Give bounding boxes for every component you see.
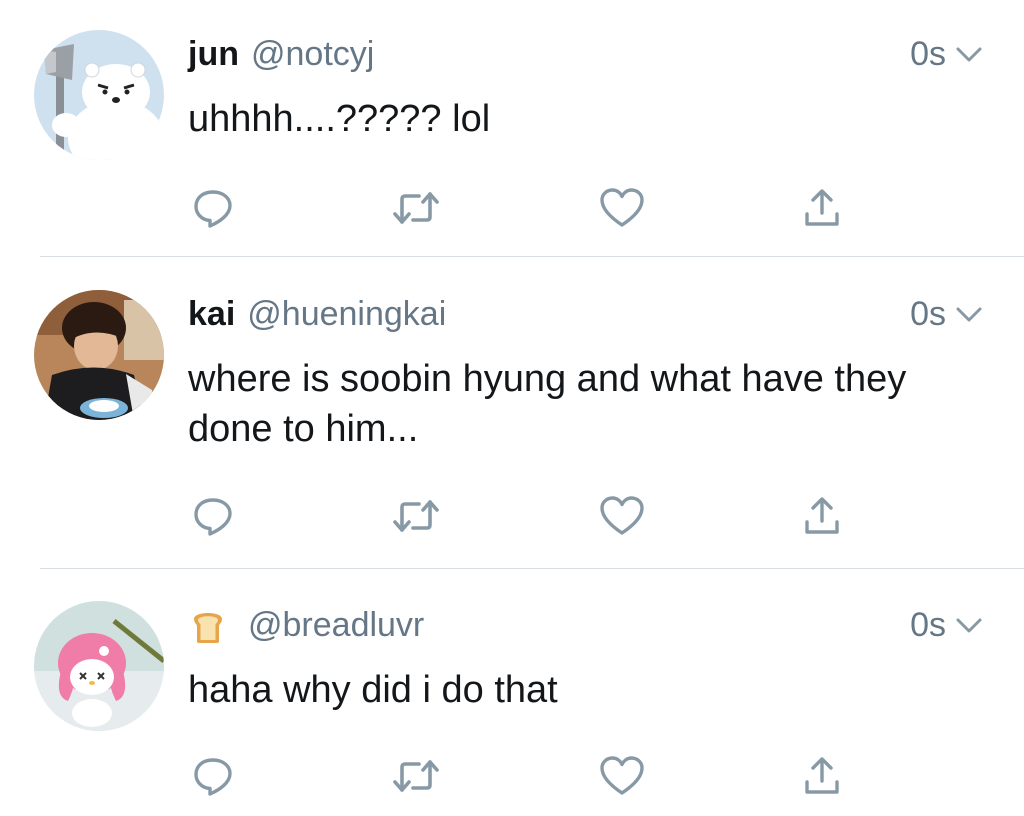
avatar[interactable] <box>34 601 164 731</box>
tweet-meta: 0s <box>910 294 984 334</box>
share-icon <box>802 494 842 538</box>
bread-emoji-icon[interactable] <box>188 605 228 645</box>
reply-icon <box>191 754 235 798</box>
timestamp: 0s <box>910 294 946 333</box>
heart-icon <box>599 495 645 537</box>
divider <box>40 256 1024 257</box>
retweet-button[interactable] <box>391 751 441 801</box>
chevron-down-icon[interactable] <box>954 299 984 329</box>
chevron-down-icon[interactable] <box>954 610 984 640</box>
retweet-icon <box>392 496 440 536</box>
kai-avatar-image <box>34 290 164 420</box>
avatar[interactable] <box>34 290 164 420</box>
tweet-meta: 0s <box>910 34 984 74</box>
tweet[interactable]: @breadluvr 0s haha why did i do that <box>0 601 1024 816</box>
username[interactable]: @notcyj <box>251 35 374 74</box>
tweet-meta: 0s <box>910 605 984 645</box>
avatar[interactable] <box>34 30 164 160</box>
tweet-text: haha why did i do that <box>188 669 558 711</box>
username[interactable]: @breadluvr <box>248 606 424 645</box>
like-button[interactable] <box>597 183 647 233</box>
share-button[interactable] <box>797 183 847 233</box>
timestamp: 0s <box>910 34 946 73</box>
timestamp: 0s <box>910 605 946 644</box>
reply-button[interactable] <box>188 183 238 233</box>
chevron-down-icon[interactable] <box>954 39 984 69</box>
display-name[interactable]: jun <box>188 35 239 74</box>
tweet-actions <box>0 491 1024 541</box>
reply-button[interactable] <box>188 751 238 801</box>
like-button[interactable] <box>597 751 647 801</box>
polar-bear-avatar-image <box>34 30 164 160</box>
retweet-icon <box>392 756 440 796</box>
tweet-actions <box>0 183 1024 233</box>
heart-icon <box>599 755 645 797</box>
tweet-text: where is soobin hyung and what have they… <box>188 358 907 450</box>
tweet-header: jun @notcyj <box>188 34 374 74</box>
reply-icon <box>191 494 235 538</box>
retweet-button[interactable] <box>391 491 441 541</box>
tweet-text: uhhhh....????? lol <box>188 98 491 140</box>
tweet[interactable]: jun @notcyj 0s uhhhh....????? lol <box>0 30 1024 250</box>
tweet-header: @breadluvr <box>188 605 424 645</box>
share-button[interactable] <box>797 491 847 541</box>
reply-icon <box>191 186 235 230</box>
heart-icon <box>599 187 645 229</box>
retweet-button[interactable] <box>391 183 441 233</box>
share-icon <box>802 186 842 230</box>
divider <box>40 568 1024 569</box>
retweet-icon <box>392 188 440 228</box>
tweet-header: kai @hueningkai <box>188 294 446 334</box>
reply-button[interactable] <box>188 491 238 541</box>
tweet-actions <box>0 751 1024 801</box>
share-button[interactable] <box>797 751 847 801</box>
username[interactable]: @hueningkai <box>247 295 446 334</box>
display-name[interactable]: kai <box>188 295 235 334</box>
tweet[interactable]: kai @hueningkai 0s where is soobin hyung… <box>0 290 1024 560</box>
share-icon <box>802 754 842 798</box>
my-melody-avatar-image <box>34 601 164 731</box>
like-button[interactable] <box>597 491 647 541</box>
